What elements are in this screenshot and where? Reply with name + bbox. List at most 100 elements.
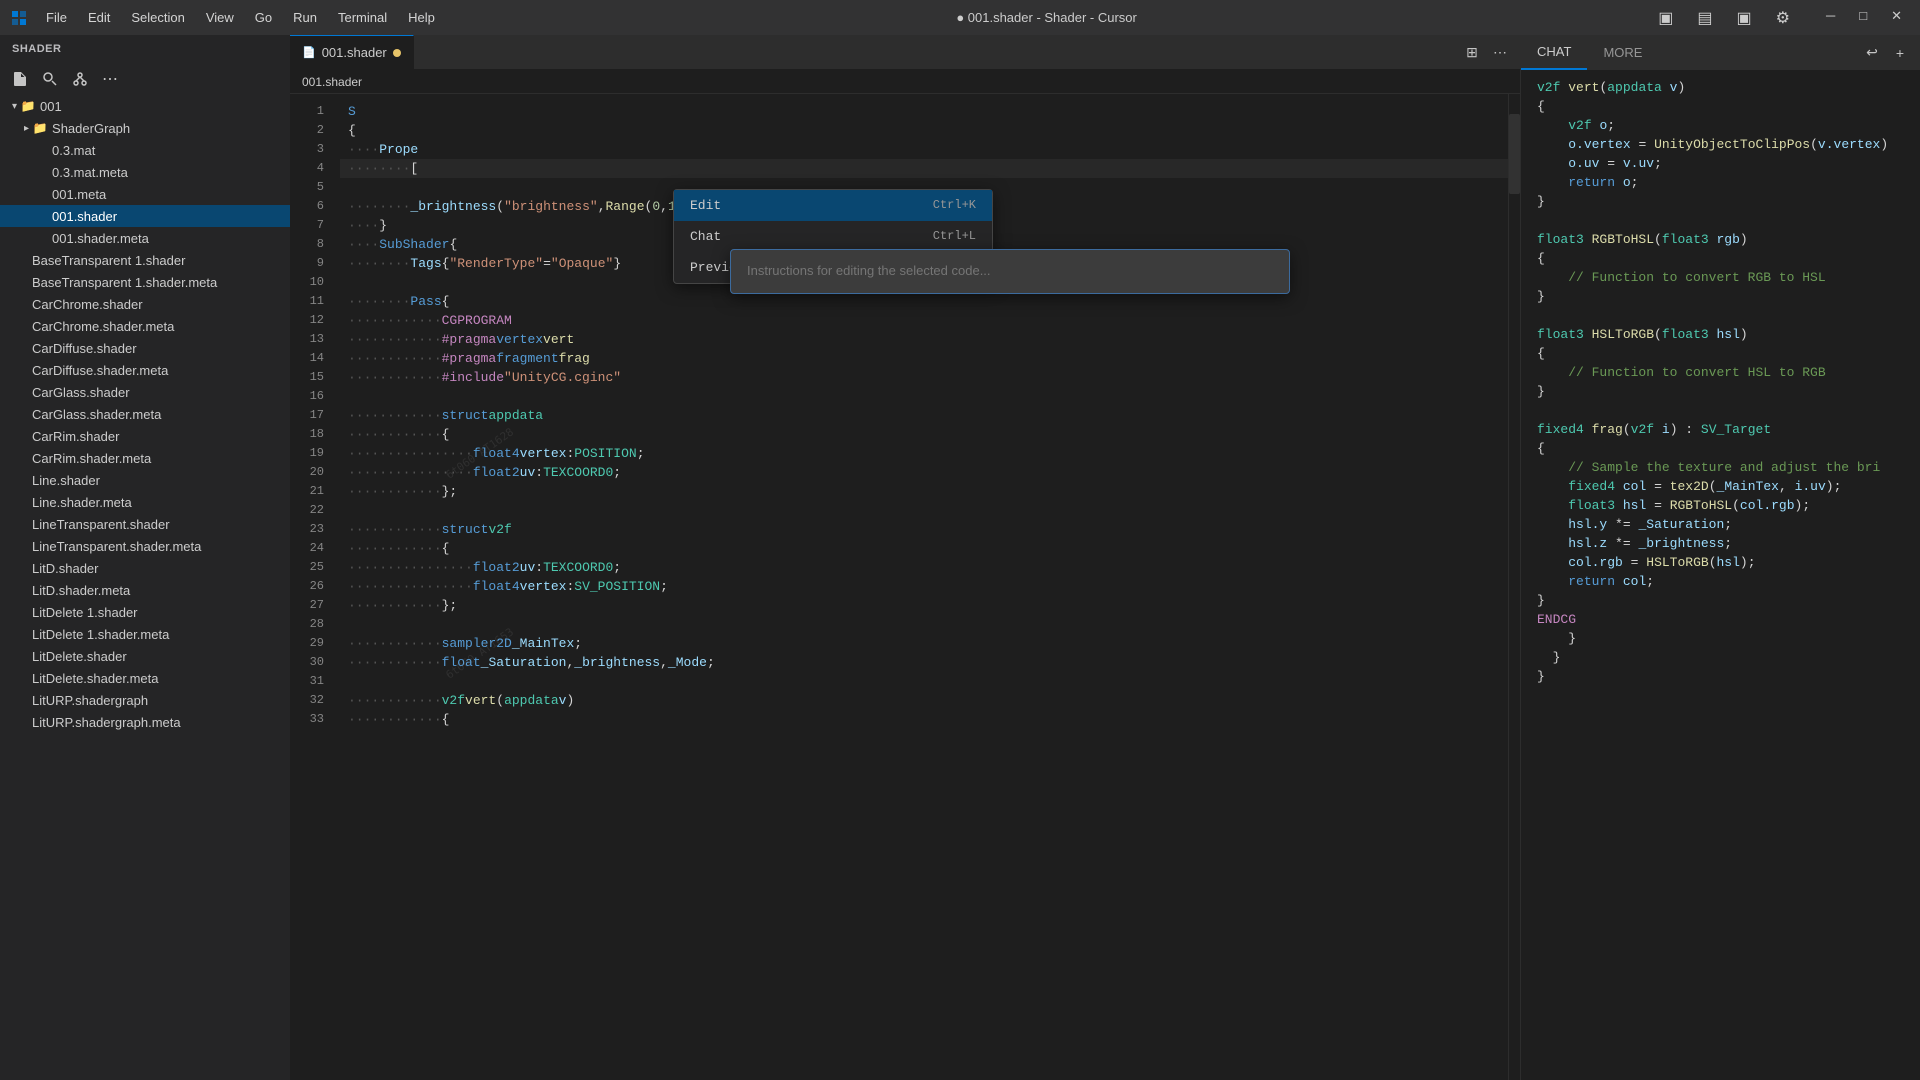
right-code-line: fixed4 col = tex2D(_MainTex, i.uv); [1537, 477, 1904, 496]
layout-icon-1[interactable]: ▣ [1650, 5, 1681, 31]
sidebar-item-03matmeta[interactable]: 0.3.mat.meta [0, 161, 290, 183]
right-panel-code: 6t060 AT1653 v2f vert(appdata v) { v2f o… [1521, 70, 1920, 1080]
edit-instructions-input[interactable] [747, 263, 1273, 278]
sidebar-item-carrimshader[interactable]: CarRim.shader [0, 425, 290, 447]
minimap-thumb[interactable] [1509, 114, 1520, 194]
maximize-button[interactable]: □ [1851, 5, 1875, 31]
code-line: ············v2f vert(appdata v) [340, 691, 1508, 710]
layout-icon-3[interactable]: ▣ [1729, 5, 1760, 31]
menu-edit[interactable]: Edit [80, 7, 118, 28]
sidebar-item-cardiffuseshader[interactable]: CarDiffuse.shader [0, 337, 290, 359]
code-line [340, 387, 1508, 406]
code-line: ················float4 vertex : POSITION… [340, 444, 1508, 463]
code-line: ················float2 uv : TEXCOORD0; [340, 558, 1508, 577]
sidebar-item-carglassshader[interactable]: CarGlass.shader [0, 381, 290, 403]
settings-icon[interactable]: ⚙ [1768, 5, 1798, 31]
sidebar-item-label: LitDelete 1.shader.meta [32, 627, 169, 642]
more-actions-icon[interactable]: ⋯ [1488, 40, 1512, 64]
window-title: ● 001.shader - Shader - Cursor [453, 10, 1640, 25]
right-code-line: v2f vert(appdata v) [1537, 78, 1904, 97]
sidebar-item-basetransparent1shadermeta[interactable]: BaseTransparent 1.shader.meta [0, 271, 290, 293]
breadcrumb: 001.shader [290, 70, 1520, 94]
sidebar-item-litdmeta[interactable]: LitD.shader.meta [0, 579, 290, 601]
main-layout: SHADER [0, 35, 1920, 1080]
file-icon [12, 450, 28, 466]
sidebar-item-litdeletemeta[interactable]: LitDelete.shader.meta [0, 667, 290, 689]
menu-help[interactable]: Help [400, 7, 443, 28]
sidebar-item-litdelete1shader[interactable]: LitDelete 1.shader [0, 601, 290, 623]
file-icon [12, 296, 28, 312]
close-button[interactable]: ✕ [1883, 5, 1910, 31]
right-code-line: ENDCG [1537, 610, 1904, 629]
sidebar-item-001shader[interactable]: 001.shader [0, 205, 290, 227]
sidebar-item-label: LitD.shader [32, 561, 98, 576]
code-line: ············}; [340, 596, 1508, 615]
menu-terminal[interactable]: Terminal [330, 7, 395, 28]
menu-go[interactable]: Go [247, 7, 280, 28]
sidebar-item-label: BaseTransparent 1.shader.meta [32, 275, 217, 290]
right-code-line: { [1537, 439, 1904, 458]
tab-001shader[interactable]: 📄 001.shader [290, 35, 414, 70]
sidebar: SHADER [0, 35, 290, 1080]
new-file-icon[interactable] [8, 67, 32, 91]
code-line: ············{ [340, 539, 1508, 558]
file-icon [12, 340, 28, 356]
sidebar-item-liturpshadergraphmeta[interactable]: LitURP.shadergraph.meta [0, 711, 290, 733]
search-icon[interactable] [38, 67, 62, 91]
sidebar-item-carrimmeta[interactable]: CarRim.shader.meta [0, 447, 290, 469]
sidebar-item-label: LineTransparent.shader.meta [32, 539, 201, 554]
sidebar-item-cardiffusemeta[interactable]: CarDiffuse.shader.meta [0, 359, 290, 381]
menu-run[interactable]: Run [285, 7, 325, 28]
add-icon[interactable]: + [1888, 41, 1912, 65]
tab-chat[interactable]: CHAT [1521, 35, 1587, 70]
sidebar-item-001meta[interactable]: 001.meta [0, 183, 290, 205]
window-controls[interactable]: ▣ ▤ ▣ ⚙ ─ □ ✕ [1650, 5, 1910, 31]
sidebar-item-001[interactable]: ▾ 📁 001 [0, 95, 290, 117]
menu-selection[interactable]: Selection [123, 7, 192, 28]
code-line: { [340, 121, 1508, 140]
sidebar-item-lineshader[interactable]: Line.shader [0, 469, 290, 491]
sidebar-item-carchrometmeta[interactable]: CarChrome.shader.meta [0, 315, 290, 337]
history-icon[interactable]: ↩ [1860, 41, 1884, 65]
context-menu-chat[interactable]: Chat Ctrl+L [674, 221, 992, 252]
tab-label: 001.shader [322, 45, 387, 60]
file-icon: 📄 [302, 46, 316, 59]
layout-icon-2[interactable]: ▤ [1689, 5, 1720, 31]
sidebar-item-linetransparentmeta[interactable]: LineTransparent.shader.meta [0, 535, 290, 557]
sidebar-item-001shadermeta[interactable]: 001.shader.meta [0, 227, 290, 249]
sidebar-item-litdelete1meta[interactable]: LitDelete 1.shader.meta [0, 623, 290, 645]
sidebar-item-litdshader[interactable]: LitD.shader [0, 557, 290, 579]
sidebar-item-litdeleteshader[interactable]: LitDelete.shader [0, 645, 290, 667]
sidebar-item-carglassmeta[interactable]: CarGlass.shader.meta [0, 403, 290, 425]
minimap[interactable] [1508, 94, 1520, 1080]
right-code-line: float3 RGBToHSL(float3 rgb) [1537, 230, 1904, 249]
file-icon [32, 208, 48, 224]
sidebar-toolbar: ⋯ [0, 63, 290, 95]
menu-file[interactable]: File [38, 7, 75, 28]
sidebar-item-linetransparentshader[interactable]: LineTransparent.shader [0, 513, 290, 535]
code-line: ············float _Saturation, _brightne… [340, 653, 1508, 672]
sidebar-item-liturpshadergraph[interactable]: LitURP.shadergraph [0, 689, 290, 711]
menu-view[interactable]: View [198, 7, 242, 28]
sidebar-item-shadergraph[interactable]: ▸ 📁 ShaderGraph [0, 117, 290, 139]
file-icon [12, 670, 28, 686]
right-code-line: return col; [1537, 572, 1904, 591]
menu-bar[interactable]: File Edit Selection View Go Run Terminal… [38, 7, 443, 28]
code-editor[interactable]: 12345 678910 1112131415 1617181920 21222… [290, 94, 1520, 1080]
tab-more[interactable]: MORE [1587, 35, 1658, 70]
sidebar-item-03mat[interactable]: 0.3.mat [0, 139, 290, 161]
split-editor-icon[interactable]: ⊞ [1460, 40, 1484, 64]
sidebar-item-linemeta[interactable]: Line.shader.meta [0, 491, 290, 513]
edit-instructions-box[interactable] [730, 249, 1290, 294]
right-code-line: // Function to convert RGB to HSL [1537, 268, 1904, 287]
folder-icon: 📁 [32, 120, 48, 136]
code-line: ············#pragma fragment frag [340, 349, 1508, 368]
context-menu-edit[interactable]: Edit Ctrl+K [674, 190, 992, 221]
minimize-button[interactable]: ─ [1818, 5, 1843, 31]
code-line: ············CGPROGRAM [340, 311, 1508, 330]
sidebar-item-carchromeshader[interactable]: CarChrome.shader [0, 293, 290, 315]
sidebar-item-basetransparent1shader[interactable]: BaseTransparent 1.shader [0, 249, 290, 271]
more-icon[interactable]: ⋯ [98, 67, 122, 91]
sidebar-item-label: LineTransparent.shader [32, 517, 170, 532]
source-control-icon[interactable] [68, 67, 92, 91]
